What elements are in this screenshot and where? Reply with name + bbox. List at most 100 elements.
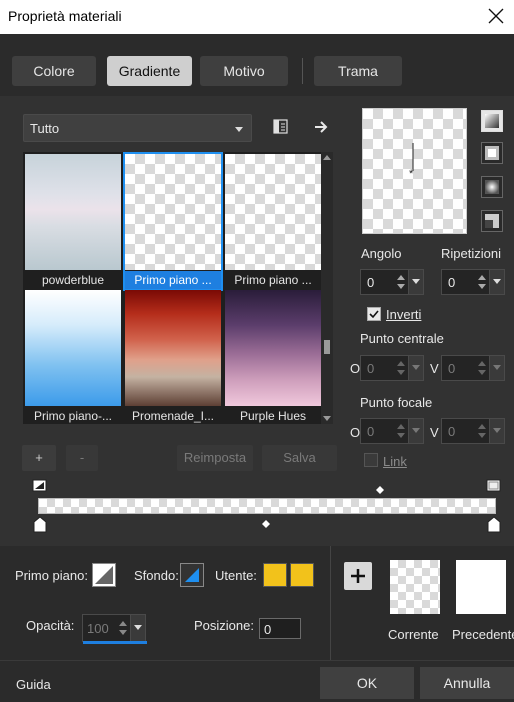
start-opacity-stop[interactable] bbox=[32, 516, 48, 534]
focal-v-value: 0 bbox=[448, 424, 456, 439]
cancel-button[interactable]: Annulla bbox=[420, 667, 514, 699]
gradient-bar[interactable] bbox=[38, 498, 496, 514]
opacity-dropdown-icon[interactable] bbox=[130, 615, 145, 641]
sunburst-gradient-icon bbox=[485, 214, 499, 228]
gradient-item[interactable]: powderblue bbox=[25, 154, 121, 289]
gradient-swatch bbox=[25, 290, 121, 406]
center-point-label: Punto centrale bbox=[360, 331, 444, 346]
center-v-spinner[interactable]: 0 bbox=[441, 355, 505, 381]
close-icon[interactable] bbox=[484, 4, 508, 28]
tab-colore[interactable]: Colore bbox=[12, 56, 96, 86]
window-title: Proprietà materiali bbox=[8, 8, 122, 24]
stepper-icon[interactable] bbox=[395, 422, 407, 440]
add-to-swatches-button[interactable] bbox=[344, 562, 372, 590]
link-checkbox[interactable] bbox=[364, 453, 378, 467]
divider bbox=[330, 546, 331, 660]
foreground-label: Primo piano: bbox=[15, 568, 88, 583]
svg-text:*: * bbox=[409, 168, 414, 180]
angle-spinner[interactable]: 0 bbox=[360, 269, 424, 295]
opacity-spinner[interactable]: 100 bbox=[82, 614, 147, 644]
material-settings: Primo piano: Sfondo: Utente: Opacità: 10… bbox=[0, 546, 514, 660]
opacity-label: Opacità: bbox=[26, 618, 75, 633]
invert-label: Inverti bbox=[386, 307, 422, 322]
scroll-thumb[interactable] bbox=[324, 340, 330, 354]
center-o-spinner[interactable]: 0 bbox=[360, 355, 424, 381]
add-gradient-button[interactable]: + bbox=[22, 445, 56, 471]
remove-gradient-button[interactable]: - bbox=[66, 445, 98, 471]
gradient-item[interactable]: Primo piano-... bbox=[25, 290, 121, 425]
category-value: Tutto bbox=[30, 121, 60, 136]
dropdown-icon[interactable] bbox=[489, 419, 504, 443]
position-value: 0 bbox=[264, 622, 272, 637]
user-label: Utente: bbox=[215, 568, 257, 583]
gradient-label: Primo piano ... bbox=[125, 271, 221, 289]
focal-o-label: O bbox=[350, 425, 361, 440]
category-dropdown[interactable]: Tutto bbox=[23, 114, 252, 142]
dropdown-icon[interactable] bbox=[408, 419, 423, 443]
tab-trama[interactable]: Trama bbox=[314, 56, 402, 86]
user-color-swatch-alt[interactable] bbox=[290, 563, 314, 587]
gradient-list-scrollbar[interactable] bbox=[321, 152, 333, 424]
scroll-up-icon[interactable] bbox=[323, 155, 331, 160]
stepper-icon[interactable] bbox=[476, 422, 488, 440]
dropdown-icon[interactable] bbox=[408, 356, 423, 380]
gradient-preview[interactable]: * bbox=[362, 108, 467, 234]
repeats-spinner[interactable]: 0 bbox=[441, 269, 505, 295]
rectangular-style-button[interactable] bbox=[481, 142, 503, 164]
scroll-down-icon[interactable] bbox=[323, 416, 331, 421]
arrow-right-icon[interactable] bbox=[311, 117, 331, 137]
start-color-stop-top[interactable] bbox=[32, 479, 48, 495]
save-button[interactable]: Salva bbox=[262, 445, 337, 471]
reset-button[interactable]: Reimposta bbox=[177, 445, 253, 471]
stepper-icon[interactable] bbox=[395, 359, 407, 377]
angle-handle-icon[interactable]: * bbox=[363, 109, 466, 233]
angle-stepper-icon[interactable] bbox=[395, 273, 407, 291]
help-link[interactable]: Guida bbox=[16, 677, 51, 692]
focal-v-spinner[interactable]: 0 bbox=[441, 418, 505, 444]
center-v-label: V bbox=[430, 361, 439, 376]
tab-motivo[interactable]: Motivo bbox=[200, 56, 288, 86]
repeats-stepper-icon[interactable] bbox=[476, 273, 488, 291]
gradient-label: Promenade_I... bbox=[131, 409, 215, 423]
gradient-item[interactable]: Primo piano ... bbox=[225, 154, 321, 289]
opacity-slider-bar[interactable] bbox=[83, 641, 147, 644]
sunburst-style-button[interactable] bbox=[481, 210, 503, 232]
tab-gradiente[interactable]: Gradiente bbox=[107, 56, 192, 86]
previous-material-thumbnail[interactable] bbox=[456, 560, 506, 614]
stepper-icon[interactable] bbox=[476, 359, 488, 377]
gradient-swatch bbox=[125, 290, 221, 406]
library-icon[interactable] bbox=[271, 117, 291, 137]
end-opacity-stop[interactable] bbox=[486, 516, 502, 534]
ok-button[interactable]: OK bbox=[320, 667, 414, 699]
background-swatch[interactable] bbox=[180, 563, 204, 587]
opacity-value: 100 bbox=[87, 621, 109, 636]
repeats-dropdown-icon[interactable] bbox=[489, 270, 504, 294]
opacity-stepper-icon[interactable] bbox=[117, 619, 129, 637]
gradient-item[interactable]: Purple Hues bbox=[225, 290, 321, 425]
angle-dropdown-icon[interactable] bbox=[408, 270, 423, 294]
foreground-gradient-icon bbox=[95, 566, 113, 584]
position-input[interactable]: 0 bbox=[259, 618, 301, 639]
gradient-editor[interactable] bbox=[28, 476, 508, 536]
gradient-item[interactable]: Promenade_I... bbox=[125, 290, 221, 425]
repeats-label: Ripetizioni bbox=[441, 246, 501, 261]
user-color-swatch[interactable] bbox=[263, 563, 287, 587]
gradient-label: Purple Hues bbox=[239, 409, 307, 423]
current-label: Corrente bbox=[388, 627, 439, 642]
focal-o-spinner[interactable]: 0 bbox=[360, 418, 424, 444]
radial-style-button[interactable] bbox=[481, 176, 503, 198]
gradient-item[interactable]: Primo piano ... bbox=[123, 152, 223, 291]
midpoint-handle-top[interactable] bbox=[375, 485, 385, 495]
linear-style-button[interactable] bbox=[481, 110, 503, 132]
end-color-stop-top[interactable] bbox=[486, 479, 502, 495]
center-v-value: 0 bbox=[448, 361, 456, 376]
focal-o-value: 0 bbox=[367, 424, 375, 439]
gradient-label: Primo piano-... bbox=[33, 409, 113, 423]
current-material-thumbnail[interactable] bbox=[390, 560, 440, 614]
background-gradient-icon bbox=[185, 568, 199, 582]
invert-checkbox[interactable] bbox=[367, 307, 381, 321]
midpoint-handle-bottom[interactable] bbox=[261, 519, 271, 529]
dropdown-icon[interactable] bbox=[489, 356, 504, 380]
foreground-swatch[interactable] bbox=[92, 563, 116, 587]
chevron-down-icon bbox=[235, 127, 243, 132]
